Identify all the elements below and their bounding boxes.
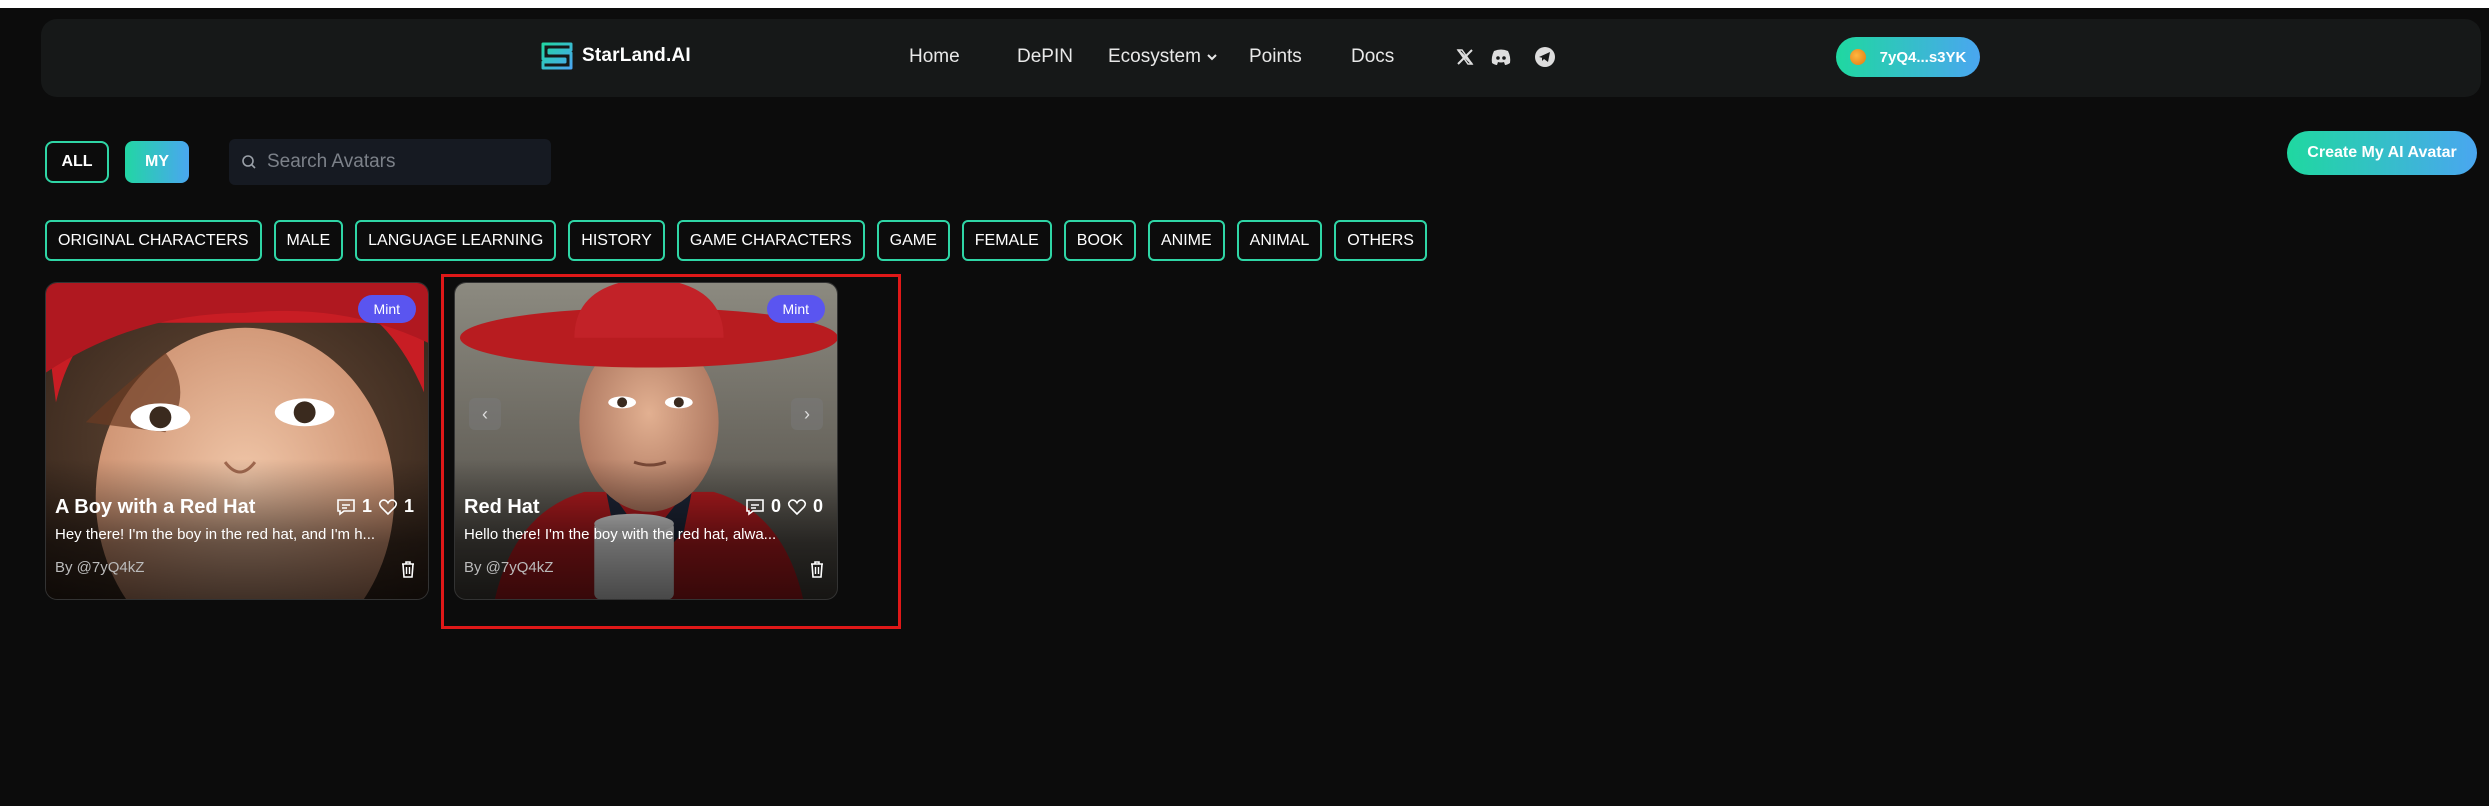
nav-docs-label: Docs [1351,46,1395,67]
telegram-icon[interactable] [1533,45,1557,69]
starland-logo-icon [541,42,573,70]
chip-game[interactable]: GAME [876,220,950,261]
selection-highlight-box [441,274,901,629]
chip-history[interactable]: HISTORY [568,220,665,261]
wallet-button[interactable]: 7yQ4...s3YK [1836,37,1980,77]
nav-points-label: Points [1249,46,1302,67]
category-chips: ORIGINAL CHARACTERS MALE LANGUAGE LEARNI… [45,220,1427,261]
nav-points[interactable]: Points [1249,46,1302,68]
heart-icon[interactable] [378,498,398,516]
chip-animal[interactable]: ANIMAL [1236,220,1323,261]
filter-my-button[interactable]: MY [125,141,189,183]
search-icon [242,155,256,169]
nav-ecosystem-dropdown[interactable]: Ecosystem [1108,46,1219,68]
card-stats: 1 1 [336,496,414,517]
search-input[interactable] [267,151,547,173]
chip-male[interactable]: MALE [273,220,344,261]
chip-original-characters[interactable]: ORIGINAL CHARACTERS [45,220,262,261]
nav-depin[interactable]: DePIN [1017,46,1073,68]
nav-depin-label: DePIN [1017,46,1073,67]
comment-count: 1 [361,496,372,516]
chip-game-characters[interactable]: GAME CHARACTERS [676,220,865,261]
chip-language-learning[interactable]: LANGUAGE LEARNING [355,220,557,261]
wallet-address: 7yQ4...s3YK [1879,48,1967,66]
card-title: A Boy with a Red Hat [55,496,256,518]
comment-icon [337,498,355,516]
mint-badge[interactable]: Mint [357,295,416,323]
logo[interactable]: StarLand.AI [540,41,691,71]
site-header: StarLand.AI Home DePIN Ecosystem Points … [41,19,2481,97]
nav-ecosystem-label: Ecosystem [1108,46,1201,67]
chip-others[interactable]: OTHERS [1334,220,1427,261]
browser-top-strip [0,0,2489,8]
create-avatar-button[interactable]: Create My AI Avatar [2287,131,2477,175]
logo-text: StarLand.AI [582,45,691,66]
filter-all-button[interactable]: ALL [45,141,109,183]
trash-icon[interactable] [398,559,418,579]
chip-book[interactable]: BOOK [1063,220,1136,261]
nav-home-label: Home [909,46,960,67]
avatar-card[interactable]: Mint A Boy with a Red Hat 1 1 Hey there!… [45,282,429,600]
card-description: Hey there! I'm the boy in the red hat, a… [55,526,376,543]
like-count: 1 [403,496,414,516]
nav-home[interactable]: Home [909,46,960,68]
x-twitter-icon[interactable] [1453,45,1477,69]
search-box[interactable] [229,139,551,185]
chevron-down-icon [1207,54,1217,61]
chip-female[interactable]: FEMALE [961,220,1052,261]
card-author: By @7yQ4kZ [55,559,145,576]
chip-anime[interactable]: ANIME [1148,220,1225,261]
nav-docs[interactable]: Docs [1351,46,1394,68]
discord-icon[interactable] [1489,45,1513,69]
wallet-avatar-icon [1849,49,1866,65]
